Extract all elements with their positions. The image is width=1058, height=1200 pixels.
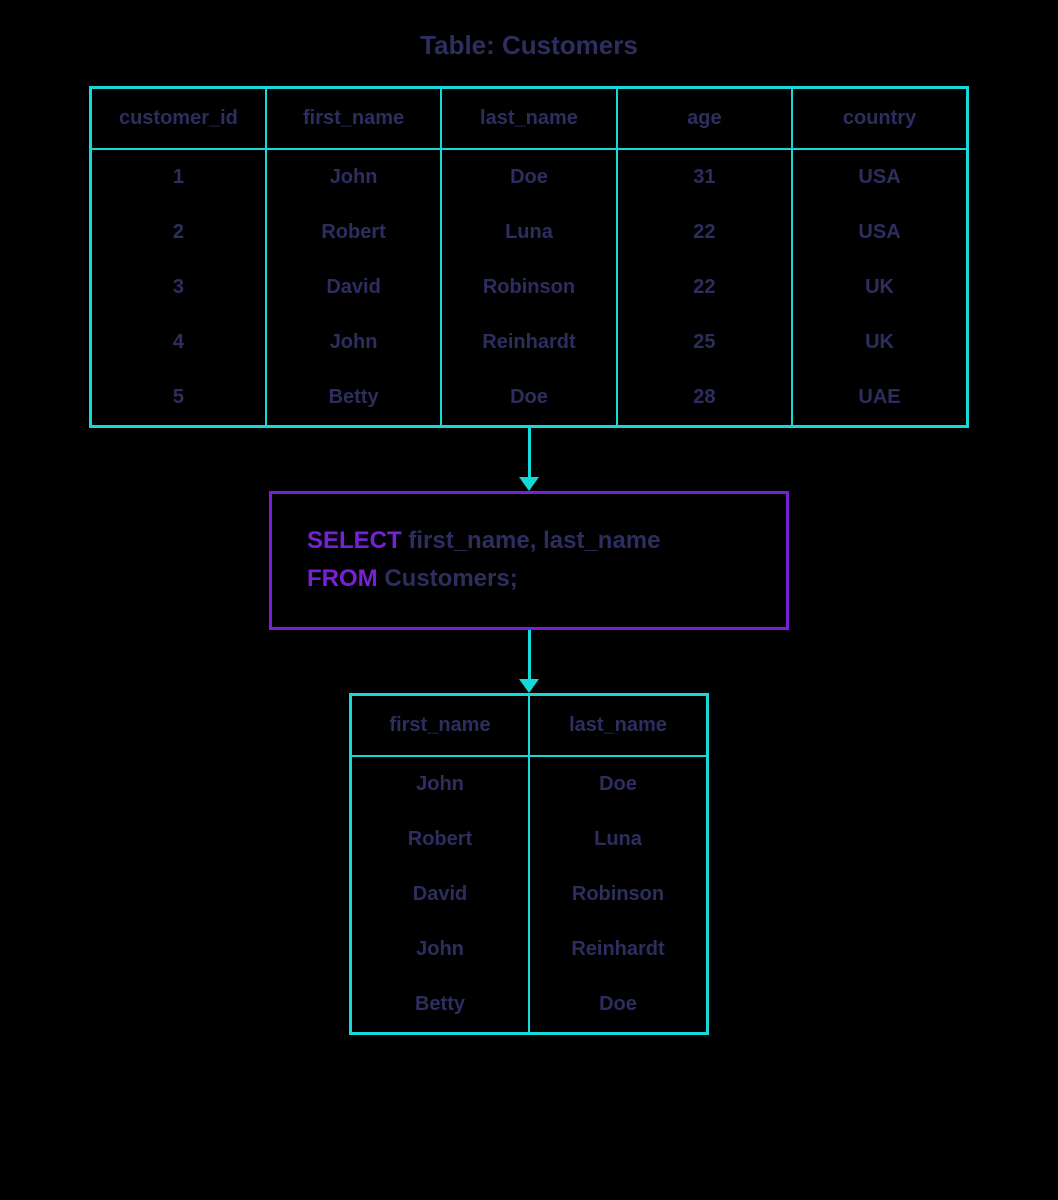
source-cell: Luna bbox=[441, 205, 616, 260]
source-cell: USA bbox=[792, 205, 967, 260]
result-cell: Robinson bbox=[529, 867, 708, 922]
table-row: 3 David Robinson 22 UK bbox=[91, 260, 968, 315]
source-header-cell: country bbox=[792, 88, 967, 150]
source-cell: David bbox=[266, 260, 441, 315]
table-row: 5 Betty Doe 28 UAE bbox=[91, 370, 968, 427]
source-cell: 5 bbox=[91, 370, 266, 427]
source-header-cell: customer_id bbox=[91, 88, 266, 150]
sql-text: Customers; bbox=[378, 565, 518, 592]
query-line-2: FROM Customers; bbox=[307, 560, 751, 598]
table-row: Betty Doe bbox=[351, 977, 708, 1034]
source-cell: 4 bbox=[91, 315, 266, 370]
source-cell: Doe bbox=[441, 149, 616, 205]
source-cell: 28 bbox=[617, 370, 792, 427]
sql-keyword-select: SELECT bbox=[307, 527, 402, 554]
source-cell: Doe bbox=[441, 370, 616, 427]
source-cell: Robinson bbox=[441, 260, 616, 315]
result-header-row: first_name last_name bbox=[351, 694, 708, 756]
table-row: 2 Robert Luna 22 USA bbox=[91, 205, 968, 260]
source-cell: 25 bbox=[617, 315, 792, 370]
table-row: John Doe bbox=[351, 756, 708, 812]
result-cell: Reinhardt bbox=[529, 922, 708, 977]
table-row: 1 John Doe 31 USA bbox=[91, 149, 968, 205]
arrow-down-icon bbox=[519, 630, 539, 693]
source-cell: USA bbox=[792, 149, 967, 205]
source-cell: 31 bbox=[617, 149, 792, 205]
result-cell: Luna bbox=[529, 812, 708, 867]
source-cell: 22 bbox=[617, 260, 792, 315]
sql-keyword-from: FROM bbox=[307, 565, 378, 592]
source-cell: 2 bbox=[91, 205, 266, 260]
source-header-row: customer_id first_name last_name age cou… bbox=[91, 88, 968, 150]
sql-text: first_name, last_name bbox=[402, 527, 661, 554]
source-cell: UK bbox=[792, 260, 967, 315]
table-row: David Robinson bbox=[351, 867, 708, 922]
table-row: Robert Luna bbox=[351, 812, 708, 867]
query-line-1: SELECT first_name, last_name bbox=[307, 522, 751, 560]
source-cell: Robert bbox=[266, 205, 441, 260]
source-header-cell: last_name bbox=[441, 88, 616, 150]
sql-query-box: SELECT first_name, last_name FROM Custom… bbox=[269, 491, 789, 630]
source-header-cell: age bbox=[617, 88, 792, 150]
source-cell: John bbox=[266, 315, 441, 370]
source-cell: Betty bbox=[266, 370, 441, 427]
source-header-cell: first_name bbox=[266, 88, 441, 150]
table-row: John Reinhardt bbox=[351, 922, 708, 977]
result-cell: Doe bbox=[529, 756, 708, 812]
result-cell: John bbox=[351, 922, 530, 977]
result-cell: Betty bbox=[351, 977, 530, 1034]
source-table: customer_id first_name last_name age cou… bbox=[89, 86, 969, 428]
source-cell: 3 bbox=[91, 260, 266, 315]
source-cell: Reinhardt bbox=[441, 315, 616, 370]
source-cell: 22 bbox=[617, 205, 792, 260]
source-cell: 1 bbox=[91, 149, 266, 205]
result-table: first_name last_name John Doe Robert Lun… bbox=[349, 693, 709, 1035]
source-cell: UAE bbox=[792, 370, 967, 427]
result-cell: Robert bbox=[351, 812, 530, 867]
result-cell: David bbox=[351, 867, 530, 922]
source-cell: UK bbox=[792, 315, 967, 370]
result-header-cell: last_name bbox=[529, 694, 708, 756]
diagram-title: Table: Customers bbox=[420, 30, 638, 61]
table-row: 4 John Reinhardt 25 UK bbox=[91, 315, 968, 370]
result-cell: John bbox=[351, 756, 530, 812]
result-cell: Doe bbox=[529, 977, 708, 1034]
source-cell: John bbox=[266, 149, 441, 205]
arrow-down-icon bbox=[519, 428, 539, 491]
result-header-cell: first_name bbox=[351, 694, 530, 756]
